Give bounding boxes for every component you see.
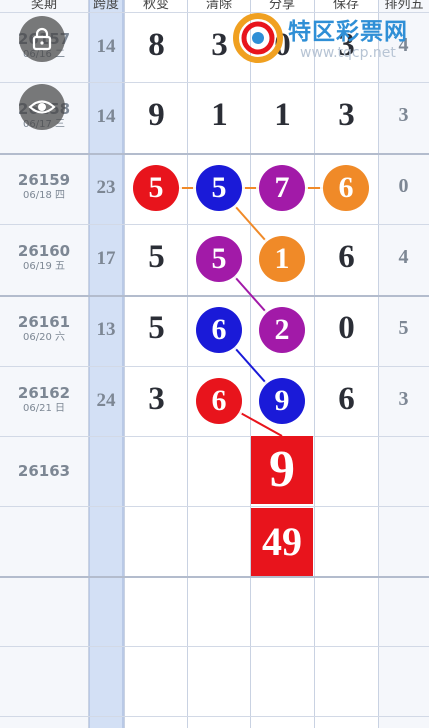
issue-cell: 26161 06/20 六 (0, 313, 88, 344)
digit-cell: 0 (338, 310, 355, 346)
number-ball: 5 (133, 165, 179, 211)
grid-hline (0, 82, 429, 83)
digit-cell: 5 (148, 310, 165, 346)
issue-cell: 26163 (0, 462, 88, 480)
rank-value: 3 (398, 104, 409, 126)
issue-number: 26160 (17, 242, 71, 260)
predicted-number: 49 (262, 519, 302, 564)
number-ball: 6 (196, 378, 242, 424)
issue-date: 06/21 日 (23, 403, 65, 414)
predicted-digit: 9 (269, 441, 295, 498)
rank-value: 5 (398, 317, 409, 339)
number-ball: 5 (196, 236, 242, 282)
digit-cell: 9 (148, 97, 165, 133)
issue-cell: 26162 06/21 日 (0, 384, 88, 415)
rank-value: 3 (398, 388, 409, 410)
span-value: 17 (96, 248, 116, 269)
grid-hline (0, 506, 429, 507)
logo-swirl-icon (233, 13, 283, 63)
grid-hline (0, 153, 429, 155)
span-value: 14 (96, 106, 116, 127)
digit-cell: 8 (148, 27, 165, 63)
span-value: 13 (96, 319, 116, 340)
digit-cell: 1 (274, 97, 291, 133)
number-ball: 6 (196, 307, 242, 353)
issue-number: 26163 (17, 462, 71, 480)
grid-hline (0, 224, 429, 225)
issue-cell: 26160 06/19 五 (0, 242, 88, 273)
span-value: 24 (96, 390, 116, 411)
grid-hline (0, 716, 429, 717)
number-ball: 2 (259, 307, 305, 353)
issue-number: 26162 (17, 384, 71, 402)
eye-button[interactable] (19, 84, 65, 130)
digit-cell: 5 (148, 239, 165, 275)
number-ball: 7 (259, 165, 305, 211)
predicted-digit-box: 9 (251, 436, 313, 504)
logo-title: 特区彩票网 (288, 19, 408, 45)
predicted-number-box: 49 (251, 508, 313, 576)
digit-cell: 3 (148, 381, 165, 417)
number-ball: 5 (196, 165, 242, 211)
rank-value: 4 (398, 246, 409, 268)
number-ball: 9 (259, 378, 305, 424)
grid-hline (0, 366, 429, 367)
column-header[interactable]: 跨度 (81, 0, 131, 12)
eye-icon (28, 100, 56, 114)
column-header[interactable]: 奖期 (19, 0, 69, 12)
number-ball: 6 (323, 165, 369, 211)
rank-value: 0 (398, 175, 409, 197)
digit-cell: 6 (338, 381, 355, 417)
grid-hline (0, 646, 429, 647)
lock-button[interactable] (19, 16, 65, 62)
issue-cell: 26159 06/18 四 (0, 171, 88, 202)
issue-date: 06/19 五 (23, 261, 65, 272)
grid-hline (0, 436, 429, 437)
digit-cell: 1 (211, 97, 228, 133)
span-value: 23 (96, 177, 116, 198)
digit-cell: 6 (338, 239, 355, 275)
span-value: 14 (96, 36, 116, 57)
digit-cell: 3 (338, 97, 355, 133)
issue-number: 26159 (17, 171, 71, 189)
issue-date: 06/18 四 (23, 190, 65, 201)
grid-hline (0, 576, 429, 578)
issue-number: 26161 (17, 313, 71, 331)
column-header[interactable]: 秋变 (131, 0, 181, 12)
number-ball: 1 (259, 236, 305, 282)
lock-icon (32, 27, 52, 51)
logo-url: www.tqcp.net (300, 45, 396, 61)
grid-hline (0, 295, 429, 297)
issue-date: 06/20 六 (23, 332, 65, 343)
